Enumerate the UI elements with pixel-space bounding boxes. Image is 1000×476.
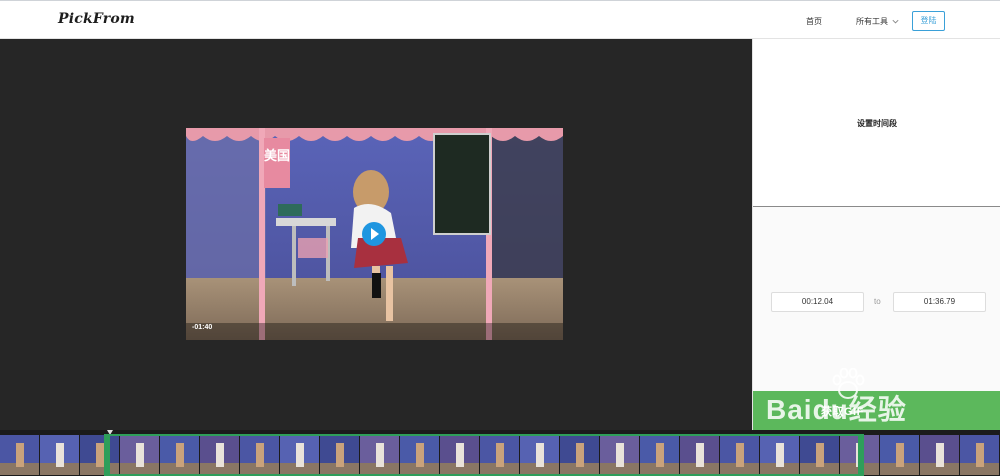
timeline-thumbnail-figure	[56, 443, 64, 467]
timeline-selection[interactable]	[104, 434, 864, 476]
chevron-down-icon	[892, 19, 899, 24]
panel-header: 设置时间段	[753, 39, 1000, 207]
nav-home-link[interactable]: 首页	[806, 16, 822, 27]
remaining-time: -01:40	[192, 324, 213, 331]
video-stage: 美国 -01:40	[0, 39, 752, 430]
timeline-thumbnail-figure	[976, 443, 984, 467]
get-gif-label: 获取GIF	[821, 406, 864, 418]
time-range-panel: 设置时间段 00:12.04 to 01:36.79 获取GIF	[752, 39, 1000, 430]
video-overlay-text: 美国	[264, 148, 290, 164]
timeline-thumbnail-figure	[896, 443, 904, 467]
end-time-input[interactable]: 01:36.79	[893, 292, 986, 312]
video-player[interactable]: 美国 -01:40	[186, 128, 563, 340]
timeline-strip[interactable]	[0, 430, 1000, 476]
panel-title: 设置时间段	[857, 119, 897, 128]
start-time-input[interactable]: 00:12.04	[771, 292, 864, 312]
nav-tools-dropdown[interactable]: 所有工具	[856, 16, 900, 27]
login-button[interactable]: 登陆	[912, 11, 945, 31]
play-button[interactable]	[362, 222, 386, 246]
timeline-thumbnail-figure	[16, 443, 24, 467]
app-root: PickFrom 首页 所有工具 登陆 美国 -01:40 设置时间段 00:1…	[0, 0, 1000, 476]
timeline-thumbnail-figure	[936, 443, 944, 467]
get-gif-button[interactable]: 获取GIF	[753, 391, 1000, 430]
nav-tools-label: 所有工具	[856, 17, 888, 26]
to-label: to	[874, 297, 881, 306]
timeline-thumbnail-figure	[96, 443, 104, 467]
site-logo[interactable]: PickFrom	[58, 11, 135, 27]
top-nav: PickFrom 首页 所有工具 登陆	[0, 0, 1000, 39]
